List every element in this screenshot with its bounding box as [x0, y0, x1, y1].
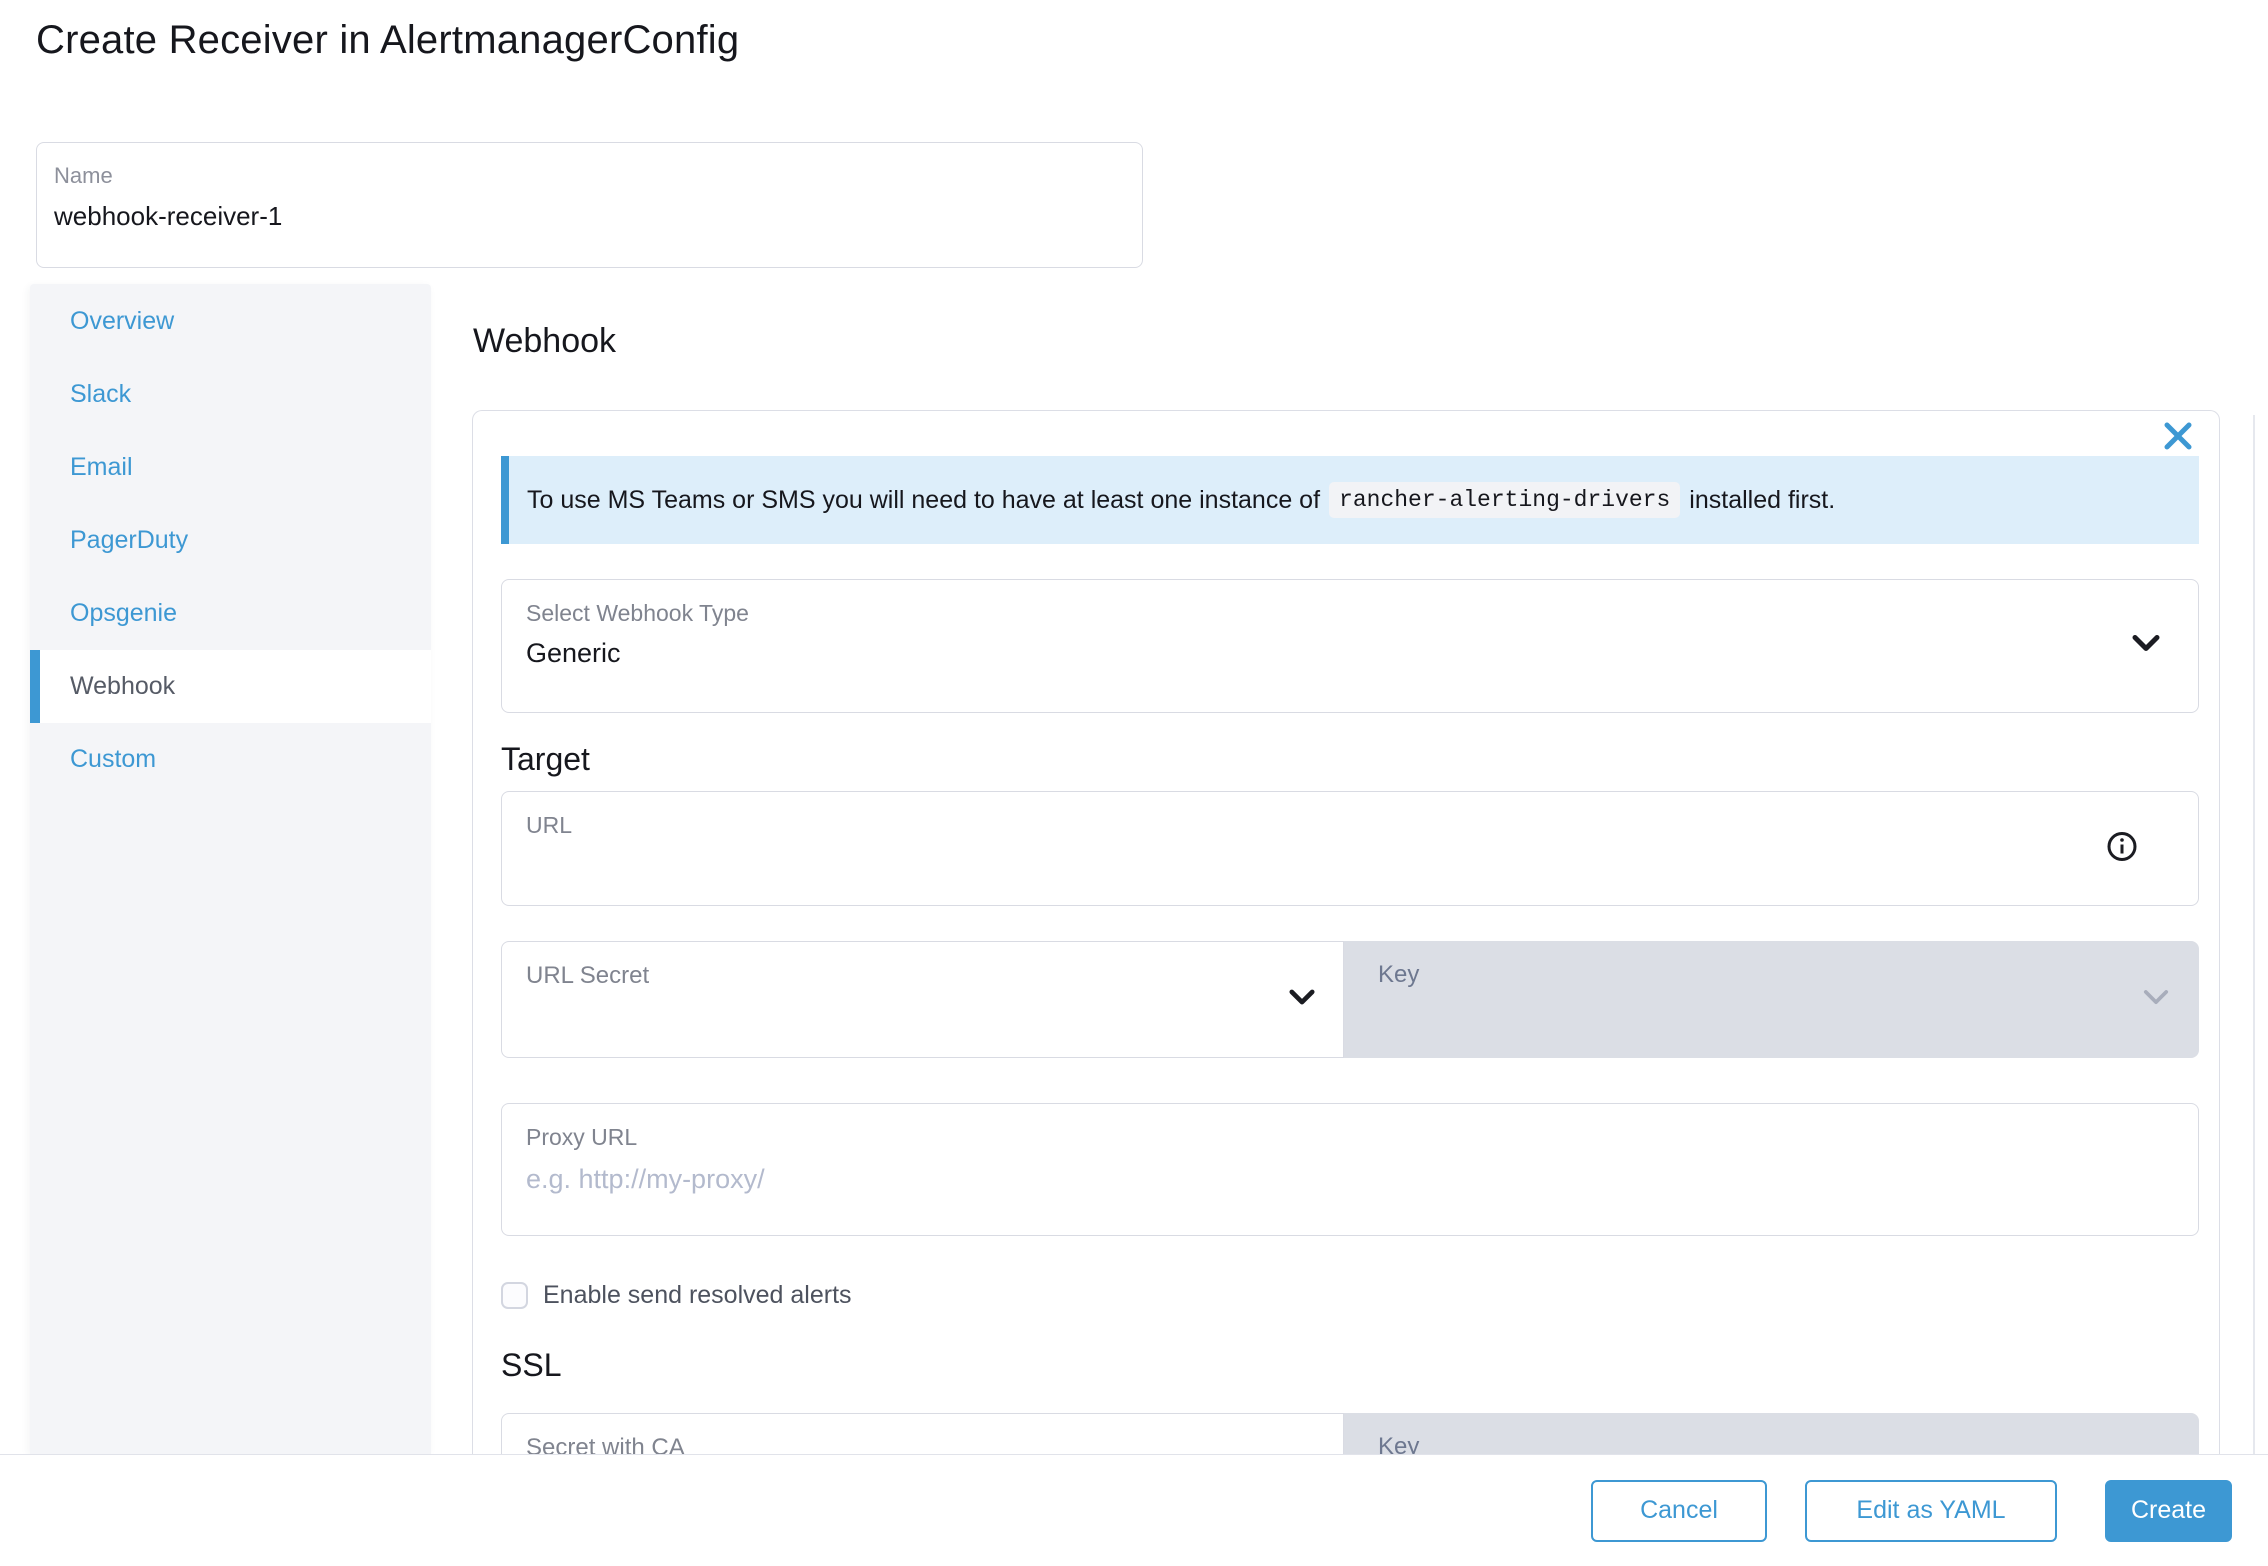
banner-text-after: installed first.	[1689, 486, 1835, 515]
tab-heading: Webhook	[473, 322, 616, 361]
sidebar-item-pagerduty[interactable]: PagerDuty	[30, 504, 431, 577]
secret-ca-key-select-disabled: Key	[1344, 1413, 2199, 1454]
sidebar-item-custom[interactable]: Custom	[30, 723, 431, 796]
sidebar-item-slack[interactable]: Slack	[30, 358, 431, 431]
sidebar-item-overview[interactable]: Overview	[30, 285, 431, 358]
secret-ca-label: Secret with CA	[526, 1434, 1319, 1454]
receiver-name-field[interactable]: Name webhook-receiver-1	[36, 142, 1143, 268]
name-field-value[interactable]: webhook-receiver-1	[54, 201, 1125, 232]
webhook-type-value: Generic	[526, 638, 2174, 669]
proxy-url-label: Proxy URL	[526, 1124, 2174, 1151]
webhook-type-label: Select Webhook Type	[526, 600, 2174, 627]
send-resolved-checkbox[interactable]	[501, 1282, 528, 1309]
chevron-down-icon	[2132, 635, 2160, 658]
chevron-down-icon	[2143, 989, 2169, 1011]
send-resolved-row: Enable send resolved alerts	[501, 1281, 852, 1310]
sidebar-item-email[interactable]: Email	[30, 431, 431, 504]
url-secret-key-select-disabled: Key	[1344, 941, 2199, 1058]
url-secret-row: URL Secret Key	[501, 941, 2199, 1058]
footer-action-bar: Cancel Edit as YAML Create	[0, 1454, 2268, 1566]
key-label: Key	[1378, 1433, 2165, 1454]
webhook-type-select[interactable]: Select Webhook Type Generic	[501, 579, 2199, 713]
scrollbar-track[interactable]	[2253, 415, 2255, 1454]
create-button[interactable]: Create	[2105, 1480, 2232, 1542]
sidebar-item-opsgenie[interactable]: Opsgenie	[30, 577, 431, 650]
alerting-drivers-banner: To use MS Teams or SMS you will need to …	[501, 456, 2199, 544]
info-icon[interactable]	[2106, 830, 2138, 867]
banner-code: rancher-alerting-drivers	[1329, 482, 1680, 518]
url-secret-label: URL Secret	[526, 962, 1319, 990]
send-resolved-label: Enable send resolved alerts	[543, 1281, 852, 1310]
chevron-down-icon	[1289, 989, 1315, 1011]
cancel-button[interactable]: Cancel	[1591, 1480, 1767, 1542]
banner-text-before: To use MS Teams or SMS you will need to …	[527, 486, 1320, 515]
webhook-tab-panel: To use MS Teams or SMS you will need to …	[472, 410, 2220, 1454]
url-label: URL	[526, 812, 2174, 839]
key-label: Key	[1378, 961, 2165, 989]
secret-ca-select[interactable]: Secret with CA	[501, 1413, 1344, 1454]
target-section-heading: Target	[501, 741, 590, 778]
ssl-section-heading: SSL	[501, 1347, 561, 1384]
create-receiver-page: Create Receiver in AlertmanagerConfig Na…	[0, 0, 2268, 1566]
sidebar-item-webhook[interactable]: Webhook	[30, 650, 431, 723]
name-field-label: Name	[54, 163, 1125, 189]
secret-ca-row: Secret with CA Key	[501, 1413, 2199, 1454]
receiver-type-sidebar: Overview Slack Email PagerDuty Opsgenie …	[30, 284, 431, 1454]
edit-as-yaml-button[interactable]: Edit as YAML	[1805, 1480, 2057, 1542]
page-title: Create Receiver in AlertmanagerConfig	[36, 18, 739, 63]
url-secret-select[interactable]: URL Secret	[501, 941, 1344, 1058]
proxy-url-placeholder: e.g. http://my-proxy/	[526, 1164, 2174, 1195]
close-icon[interactable]	[2161, 419, 2195, 453]
proxy-url-input[interactable]: Proxy URL e.g. http://my-proxy/	[501, 1103, 2199, 1236]
url-input[interactable]: URL	[501, 791, 2199, 906]
